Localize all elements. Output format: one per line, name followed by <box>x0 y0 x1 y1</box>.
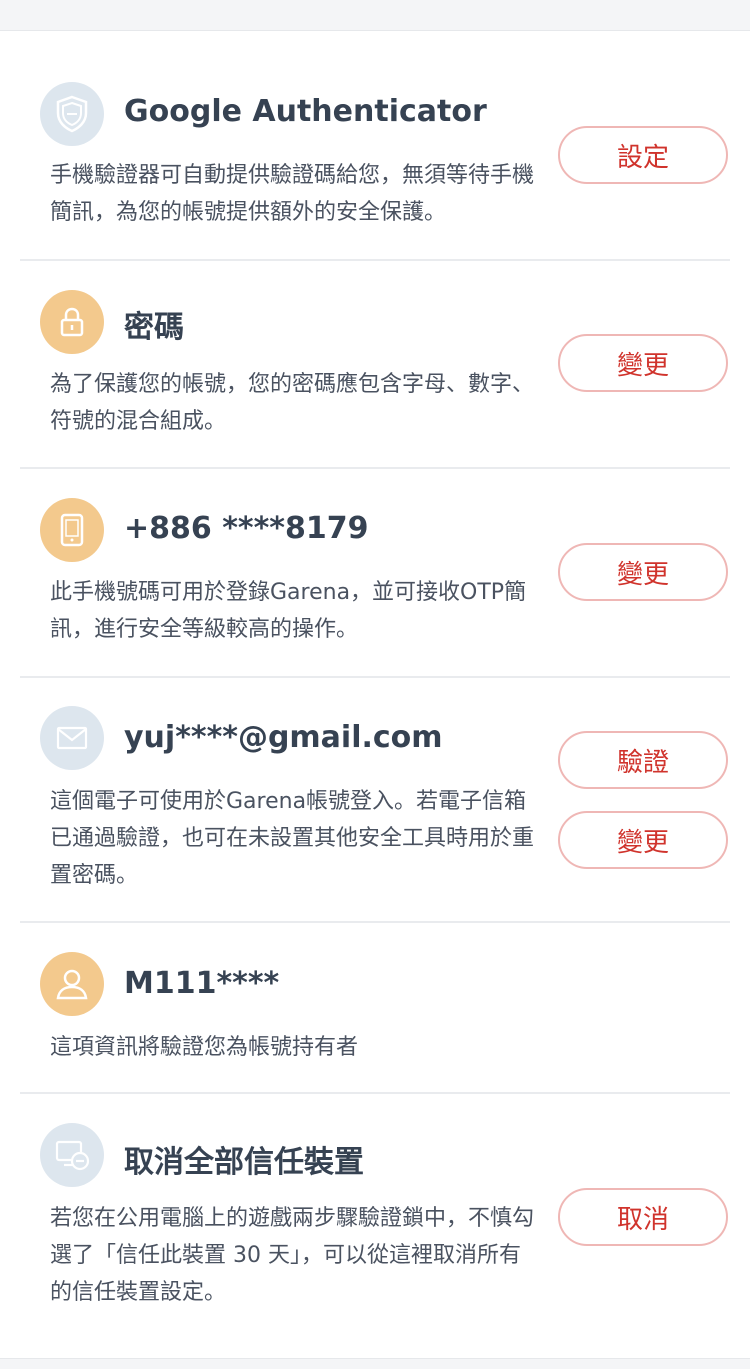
item-description: 手機驗證器可自動提供驗證碼給您，無須等待手機簡訊，為您的帳號提供額外的安全保護。 <box>50 163 535 225</box>
divider <box>20 467 730 469</box>
phone-icon <box>40 498 104 562</box>
cancel-trusted-devices-button[interactable]: 取消 <box>558 1188 728 1246</box>
envelope-icon <box>40 706 104 770</box>
change-phone-button[interactable]: 變更 <box>558 543 728 601</box>
item-title: +886 ****8179 <box>124 511 369 546</box>
item-description: 為了保護您的帳號，您的密碼應包含字母、數字、符號的混合組成。 <box>50 372 535 434</box>
item-title: Google Authenticator <box>124 94 487 129</box>
setup-button[interactable]: 設定 <box>558 126 728 184</box>
verify-email-button[interactable]: 驗證 <box>558 731 728 789</box>
device-remove-icon <box>40 1123 104 1187</box>
item-description: 若您在公用電腦上的遊戲兩步驟驗證鎖中，不慎勾選了「信任此裝置 30 天」，可以從… <box>50 1206 535 1305</box>
divider <box>20 676 730 678</box>
divider <box>20 921 730 923</box>
divider <box>20 259 730 261</box>
item-title: M111**** <box>124 966 280 1001</box>
shield-icon <box>40 82 104 146</box>
user-id-icon <box>40 952 104 1016</box>
item-description: 這項資訊將驗證您為帳號持有者 <box>50 1035 359 1060</box>
item-title: 密碼 <box>124 310 184 345</box>
change-email-button[interactable]: 變更 <box>558 811 728 869</box>
lock-icon <box>40 290 104 354</box>
item-description: 此手機號碼可用於登錄Garena，並可接收OTP簡訊，進行安全等級較高的操作。 <box>50 580 527 642</box>
item-title: 取消全部信任裝置 <box>124 1145 364 1180</box>
change-password-button[interactable]: 變更 <box>558 334 728 392</box>
item-title: yuj****@gmail.com <box>124 720 443 755</box>
security-item-authenticator: Google Authenticator 手機驗證器可自動提供驗證碼給您，無須等… <box>20 0 730 260</box>
divider <box>20 1092 730 1094</box>
bottom-bar <box>0 1358 750 1369</box>
item-description: 這個電子可使用於Garena帳號登入。若電子信箱已通過驗證，也可在未設置其他安全… <box>50 789 535 888</box>
